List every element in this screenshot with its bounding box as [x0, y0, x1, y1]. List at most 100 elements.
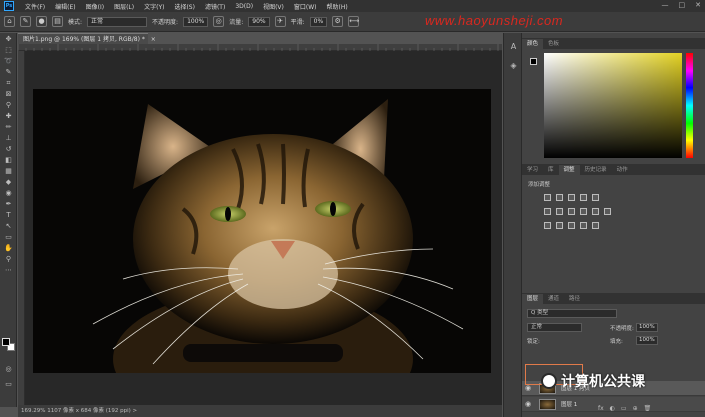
close-tab-icon[interactable]: × — [151, 36, 156, 43]
collapsed-panel-strip: A ◈ — [503, 33, 522, 417]
frame-tool-icon[interactable]: ⊠ — [3, 90, 14, 99]
posterize-icon[interactable] — [556, 222, 563, 229]
menu-image[interactable]: 图像(I) — [81, 2, 109, 11]
menu-help[interactable]: 帮助(H) — [322, 2, 353, 11]
menu-edit[interactable]: 编辑(E) — [50, 2, 80, 11]
foreground-color-swatch[interactable] — [2, 338, 10, 346]
tab-layers[interactable]: 图层 — [522, 294, 544, 304]
exposure-icon[interactable] — [580, 194, 587, 201]
layer-filter-select[interactable]: Q 类型 — [527, 309, 617, 318]
menu-window[interactable]: 窗口(W) — [289, 2, 322, 11]
layer-opacity-field[interactable]: 100% — [636, 323, 658, 332]
zoom-tool-icon[interactable]: ⚲ — [3, 255, 14, 264]
tab-paths[interactable]: 路径 — [564, 294, 585, 304]
color-balance-icon[interactable] — [556, 208, 563, 215]
adjustment-row-1 — [544, 194, 599, 201]
group-icon[interactable]: ▭ — [621, 405, 627, 412]
color-swatches[interactable] — [2, 338, 15, 351]
adjustment-layer-icon[interactable]: ◐ — [610, 405, 615, 412]
pressure-opacity-icon[interactable]: ◎ — [213, 16, 225, 27]
shape-tool-icon[interactable]: ▭ — [3, 233, 14, 242]
airbrush-icon[interactable]: ✈ — [274, 16, 286, 27]
hue-slider[interactable] — [686, 53, 693, 158]
fill-field[interactable]: 100% — [636, 336, 658, 345]
lasso-tool-icon[interactable]: ➰ — [3, 57, 14, 66]
brightness-icon[interactable] — [544, 194, 551, 201]
blur-tool-icon[interactable]: ◆ — [3, 178, 14, 187]
tab-color[interactable]: 颜色 — [522, 39, 544, 49]
curves-icon[interactable] — [568, 194, 575, 201]
opacity-field[interactable]: 100% — [183, 16, 209, 27]
tab-learn[interactable]: 学习 — [522, 165, 543, 175]
menu-select[interactable]: 选择(S) — [169, 2, 200, 11]
character-panel-icon[interactable]: A — [508, 41, 519, 52]
type-tool-icon[interactable]: T — [3, 211, 14, 220]
channel-mixer-icon[interactable] — [592, 208, 599, 215]
tab-actions[interactable]: 动作 — [612, 165, 633, 175]
healing-tool-icon[interactable]: ✚ — [3, 112, 14, 121]
tab-history[interactable]: 历史记录 — [580, 165, 612, 175]
flow-field[interactable]: 90% — [248, 16, 270, 27]
eraser-tool-icon[interactable]: ◧ — [3, 156, 14, 165]
visibility-eye-icon[interactable]: ◉ — [522, 384, 534, 392]
color-lookup-icon[interactable] — [604, 208, 611, 215]
more-tools-icon[interactable]: ⋯ — [3, 266, 14, 275]
move-tool-icon[interactable]: ✥ — [3, 35, 14, 44]
3d-panel-icon[interactable]: ◈ — [508, 60, 519, 71]
tab-swatches[interactable]: 色板 — [543, 39, 564, 49]
maximize-button[interactable]: □ — [679, 1, 686, 9]
panel-foreground-swatch[interactable] — [530, 58, 537, 65]
vibrance-icon[interactable] — [592, 194, 599, 201]
document-tab[interactable]: 图片1.png @ 169% (图层 1 拷贝, RGB/8) * × — [18, 33, 156, 44]
selective-color-icon[interactable] — [592, 222, 599, 229]
marquee-tool-icon[interactable]: ⬚ — [3, 46, 14, 55]
brush-tool-icon[interactable]: ✏ — [3, 123, 14, 132]
fx-icon[interactable]: fx — [598, 405, 604, 412]
brush-preset-icon[interactable]: ● — [36, 16, 47, 27]
eyedropper-tool-icon[interactable]: ⚲ — [3, 101, 14, 110]
screen-mode-icon[interactable]: ▭ — [3, 380, 14, 389]
blend-mode-select[interactable]: 正常 — [527, 323, 582, 332]
photo-filter-icon[interactable] — [580, 208, 587, 215]
smoothing-settings-icon[interactable]: ⚙ — [332, 16, 344, 27]
invert-icon[interactable] — [544, 222, 551, 229]
tab-libraries[interactable]: 库 — [543, 165, 559, 175]
mode-select[interactable]: 正常 — [87, 16, 148, 27]
close-button[interactable]: ✕ — [695, 1, 701, 9]
delete-layer-icon[interactable]: 🗑 — [644, 405, 652, 412]
hue-saturation-icon[interactable] — [544, 208, 551, 215]
tab-adjustments[interactable]: 调整 — [558, 165, 580, 175]
threshold-icon[interactable] — [568, 222, 575, 229]
black-white-icon[interactable] — [568, 208, 575, 215]
tab-channels[interactable]: 通道 — [543, 294, 564, 304]
brush-panel-icon[interactable]: ▤ — [52, 16, 63, 27]
visibility-eye-icon[interactable]: ◉ — [522, 400, 534, 408]
menu-layer[interactable]: 图层(L) — [109, 2, 139, 11]
symmetry-icon[interactable]: ⟷ — [348, 16, 359, 27]
color-picker-field[interactable] — [544, 53, 682, 158]
path-select-tool-icon[interactable]: ↖ — [3, 222, 14, 231]
gradient-tool-icon[interactable]: ▦ — [3, 167, 14, 176]
tools-panel: ✥ ⬚ ➰ ✎ ⌗ ⊠ ⚲ ✚ ✏ ⊥ ↺ ◧ ▦ ◆ ◉ ✒ T ↖ ▭ ✋ … — [0, 33, 17, 407]
menu-type[interactable]: 文字(Y) — [139, 2, 169, 11]
history-brush-icon[interactable]: ↺ — [3, 145, 14, 154]
quick-mask-icon[interactable]: ◎ — [3, 365, 14, 374]
home-icon[interactable]: ⌂ — [4, 16, 15, 27]
brush-tool-icon[interactable]: ✎ — [20, 16, 31, 27]
right-panels: 颜色 色板 学习 库 调整 历史记录 动作 添加调整 图层 通道 路径 Q 类型… — [522, 33, 705, 417]
quick-select-tool-icon[interactable]: ✎ — [3, 68, 14, 77]
menu-file[interactable]: 文件(F) — [20, 2, 50, 11]
pen-tool-icon[interactable]: ✒ — [3, 200, 14, 209]
new-layer-icon[interactable]: ⊕ — [633, 405, 638, 412]
crop-tool-icon[interactable]: ⌗ — [3, 79, 14, 88]
levels-icon[interactable] — [556, 194, 563, 201]
smoothing-field[interactable]: 0% — [309, 16, 328, 27]
hand-tool-icon[interactable]: ✋ — [3, 244, 14, 253]
dodge-tool-icon[interactable]: ◉ — [3, 189, 14, 198]
menu-3d[interactable]: 3D(D) — [230, 3, 258, 10]
menu-filter[interactable]: 滤镜(T) — [200, 2, 230, 11]
minimize-button[interactable]: — — [662, 1, 669, 9]
stamp-tool-icon[interactable]: ⊥ — [3, 134, 14, 143]
gradient-map-icon[interactable] — [580, 222, 587, 229]
menu-view[interactable]: 视图(V) — [258, 2, 289, 11]
